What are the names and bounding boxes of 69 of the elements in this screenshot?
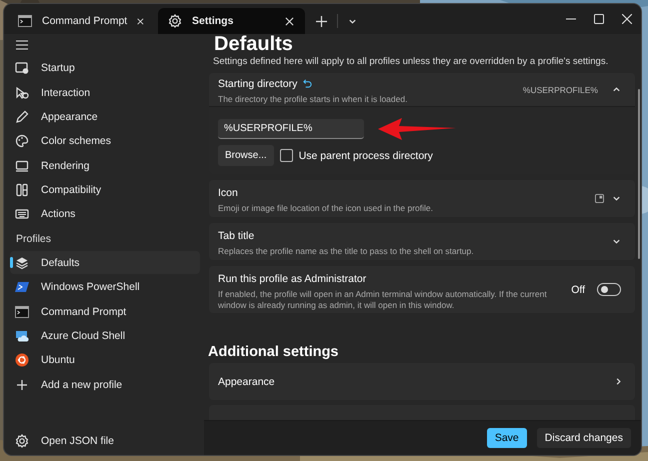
image-icon — [595, 194, 604, 203]
scrollbar[interactable] — [638, 89, 640, 259]
close-icon[interactable] — [137, 16, 144, 26]
page-title: Defaults — [214, 34, 294, 56]
terminal-icon — [18, 15, 32, 27]
checkbox[interactable] — [280, 149, 293, 162]
nav-item[interactable]: Compatibility — [10, 178, 200, 202]
settings-icon — [168, 14, 182, 28]
palette-icon — [15, 134, 29, 148]
keyboard-icon — [15, 207, 29, 222]
setting-description: If enabled, the profile will open in an Admin terminal window automatically. If the current window is already running as admin, it will open in this window. — [218, 288, 548, 310]
nav-item[interactable]: Add a new profile — [10, 373, 200, 396]
cursor-icon — [15, 86, 29, 100]
toggle-label: Off — [571, 284, 585, 296]
window-icon — [15, 61, 29, 76]
pen-icon — [15, 110, 29, 124]
page-subtitle: Settings defined here will apply to all profiles unless they are overridden by a profile's settings. — [213, 56, 610, 67]
setting-description: Replaces the profile name as the title to pass to the shell on startup. — [218, 246, 475, 257]
save-button[interactable]: Save — [486, 428, 527, 448]
nav-item[interactable]: Rendering — [10, 154, 200, 178]
setting-description: Emoji or image file location of the icon used in the profile. — [218, 203, 434, 214]
nav-item[interactable]: Startup — [10, 56, 200, 80]
directory-field[interactable]: %USERPROFILE% — [218, 119, 364, 139]
setting-title: Icon — [218, 187, 238, 199]
nav-item[interactable]: Actions — [10, 202, 200, 226]
section-header: Profiles — [16, 232, 52, 245]
tab[interactable]: Settings — [158, 8, 305, 34]
chevron-icon[interactable] — [614, 377, 623, 386]
browse-button[interactable]: Browse... — [218, 145, 274, 166]
plus-icon — [15, 378, 29, 392]
menu-icon[interactable] — [16, 40, 28, 50]
collapse-icon[interactable] — [612, 85, 621, 94]
expand-icon[interactable] — [612, 194, 621, 203]
nav-item[interactable]: Appearance — [10, 105, 200, 128]
cloud-icon — [15, 328, 29, 343]
setting-header[interactable]: Starting directory The directory the profile starts in when it is loaded. %USERPROFILE% — [209, 73, 635, 106]
reset-icon[interactable] — [303, 79, 312, 88]
checkbox-label: Use parent process directory — [298, 150, 433, 162]
tab[interactable]: Command Prompt — [8, 8, 155, 34]
new-tab-icon[interactable] — [316, 16, 327, 26]
setting-card[interactable]: Icon Emoji or image file location of the icon used in the profile. — [209, 180, 635, 217]
laptop-icon — [15, 158, 29, 173]
nav-item[interactable]: Color schemes — [10, 130, 200, 153]
nav-item[interactable]: Interaction — [10, 81, 200, 104]
circle-logo-icon — [15, 353, 29, 368]
setting-title: Tab title — [218, 230, 254, 242]
terminal-icon — [15, 306, 29, 318]
setting-card[interactable]: Tab title Replaces the profile name as the title to pass to the shell on startup. — [209, 223, 635, 260]
setting-title: Starting directory — [218, 78, 298, 90]
nav-item[interactable]: Azure Cloud Shell — [10, 324, 200, 348]
nav-card[interactable]: Appearance — [209, 363, 635, 400]
current-value: %USERPROFILE% — [522, 84, 598, 94]
close-icon[interactable] — [285, 16, 294, 26]
section-heading: Additional settings — [208, 343, 340, 362]
settings-icon — [15, 434, 29, 448]
setting-title: Run this profile as Administrator — [218, 272, 366, 284]
toggle-switch[interactable] — [597, 283, 621, 296]
discard-button[interactable]: Discard changes — [536, 428, 631, 448]
nav-item[interactable]: Open JSON file — [10, 429, 200, 452]
setting-description: The directory the profile starts in when it is loaded. — [218, 94, 408, 105]
nav-item[interactable]: Windows PowerShell — [10, 276, 200, 299]
nav-item[interactable]: Defaults — [10, 251, 200, 274]
setting-card[interactable]: Run this profile as Administrator If enabled, the profile will open in an Admin terminal window automatically. If the current window is already running as admin, it will open in this window. Off — [209, 266, 635, 313]
tools-icon — [15, 183, 29, 198]
layers-icon — [15, 256, 29, 270]
nav-item[interactable]: Ubuntu — [10, 348, 200, 372]
expand-icon[interactable] — [612, 237, 621, 246]
nav-item[interactable]: Command Prompt — [10, 300, 200, 324]
prompt-icon — [15, 280, 29, 294]
